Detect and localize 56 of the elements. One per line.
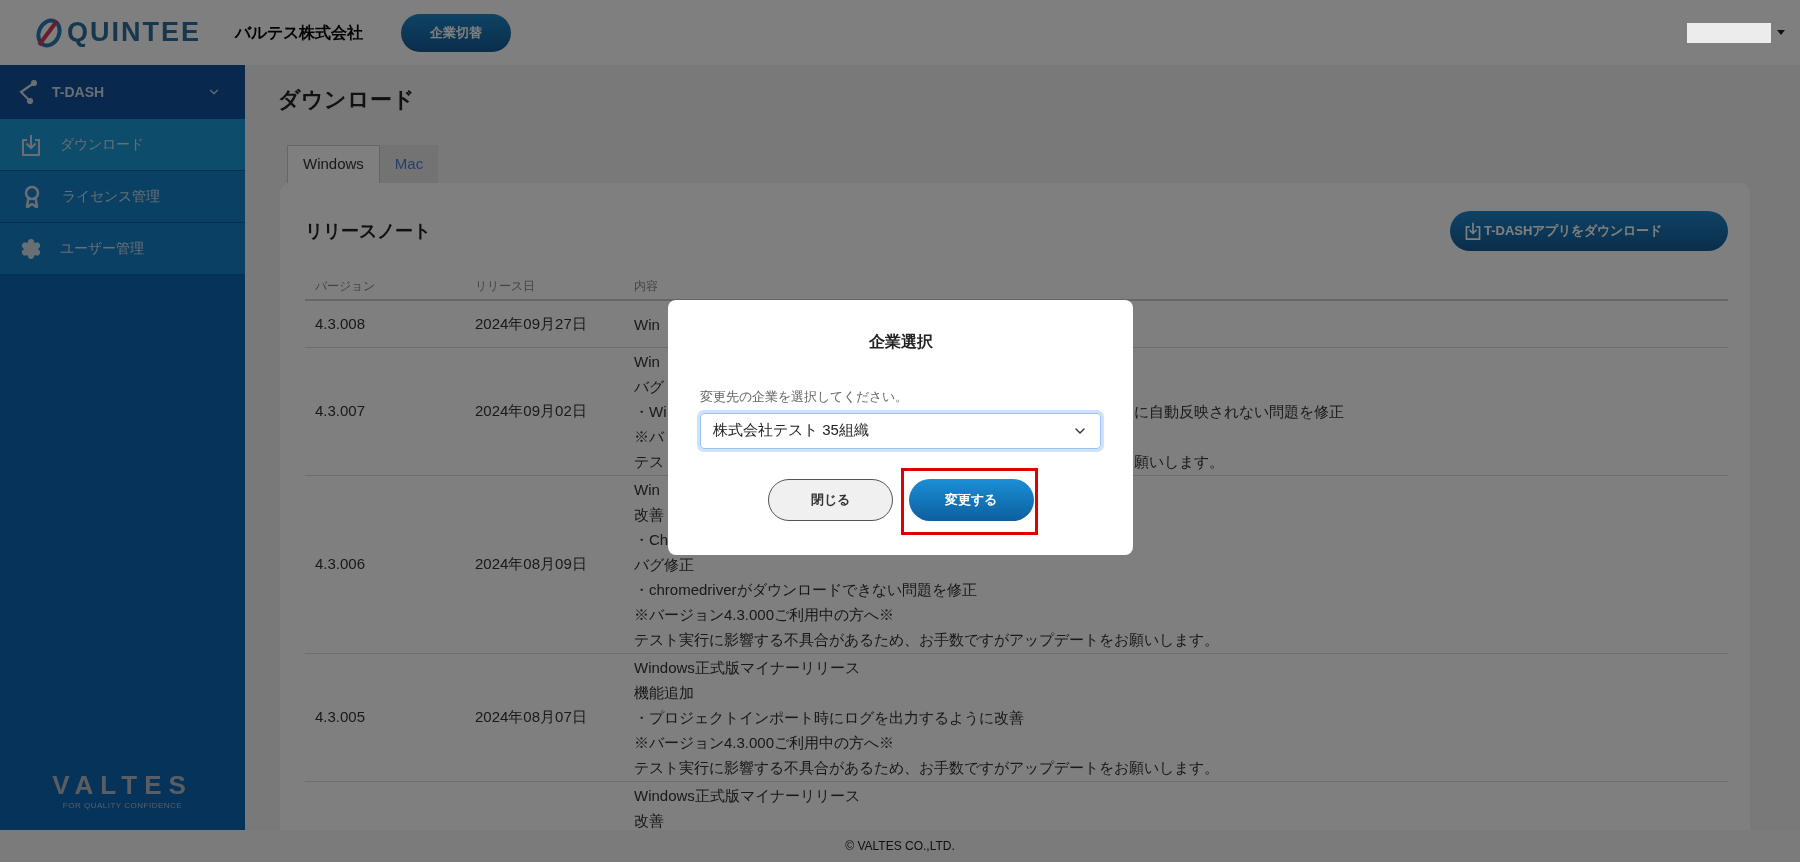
- page-title: ダウンロード: [278, 86, 416, 114]
- sidebar-section[interactable]: T-DASH: [0, 65, 245, 119]
- content-line: ※バージョン4.3.000ご利用中の方へ※: [634, 733, 895, 753]
- sidebar-item[interactable]: ライセンス管理: [0, 171, 245, 223]
- tab[interactable]: Windows: [287, 145, 380, 183]
- download-icon: [20, 132, 42, 157]
- table-cell: 4.3.006: [315, 555, 366, 573]
- dialog-title: 企業選択: [868, 332, 933, 352]
- settings-icon: [20, 237, 42, 260]
- content-line: ※バ: [634, 427, 664, 447]
- content-line: ・プロジェクトインポート時にログを出力するように改善: [634, 708, 1024, 728]
- change-button[interactable]: 変更する: [908, 478, 1034, 521]
- download-icon: [1464, 221, 1482, 241]
- copyright-text: © VALTES CO.,LTD.: [845, 838, 955, 855]
- content-line: Win: [634, 314, 660, 335]
- brand-name: VALTES: [52, 770, 193, 800]
- content-line: 改善: [634, 811, 664, 830]
- switch-company-button[interactable]: 企業切替: [401, 13, 511, 52]
- company-name: バルテス株式会社: [235, 22, 363, 43]
- table-cell: 2024年09月27日: [475, 314, 587, 332]
- company-select[interactable]: 株式会社テスト 35組織: [700, 412, 1101, 449]
- content-line: に自動反映されない問題を修正: [1134, 402, 1344, 422]
- content-line: 願いします。: [1134, 452, 1224, 472]
- brand-tagline: FOR QUALITY CONFIDENCE: [62, 800, 183, 812]
- table-cell: 4.3.005: [315, 708, 366, 726]
- section-label: T-DASH: [52, 82, 105, 102]
- content-line: ・Ch: [634, 530, 669, 550]
- content-line: テス: [634, 452, 664, 472]
- content-line: Win: [634, 480, 660, 500]
- content-line: Windows正式版マイナーリリース: [634, 786, 860, 806]
- content-line: 機能追加: [634, 683, 694, 703]
- content-line: テスト実行に影響する不具合があるため、お手数ですがアップデートをお願いします。: [634, 758, 1219, 778]
- dialog-label: 変更先の企業を選択してください。: [700, 388, 909, 406]
- content-line: 改善: [634, 505, 664, 525]
- logo-icon: [35, 16, 63, 49]
- content-line: ・chromedriverがダウンロードできない問題を修正: [634, 580, 977, 600]
- close-button[interactable]: 閉じる: [767, 478, 893, 521]
- card-title: リリースノート: [305, 219, 431, 243]
- content-line: バグ修正: [634, 555, 694, 575]
- table-cell: 2024年08月07日: [475, 708, 587, 726]
- content-line: ・Wi: [634, 402, 667, 422]
- download-button[interactable]: T-DASHアプリをダウンロード: [1450, 211, 1728, 251]
- table-cell: 2024年09月02日: [475, 402, 587, 420]
- caret-icon[interactable]: [1777, 30, 1785, 35]
- table-cell: 2024年08月09日: [475, 555, 587, 573]
- content-line: バグ: [634, 377, 664, 397]
- content-line: テスト実行に影響する不具合があるため、お手数ですがアップデートをお願いします。: [634, 630, 1219, 650]
- table-cell: 4.3.007: [315, 402, 366, 420]
- tab[interactable]: Mac: [379, 145, 439, 183]
- content-line: Windows正式版マイナーリリース: [634, 658, 860, 678]
- sidebar-item[interactable]: ユーザー管理: [0, 223, 245, 275]
- logo-text: QUINTEE: [67, 16, 201, 50]
- content-line: ※バージョン4.3.000ご利用中の方へ※: [634, 605, 895, 625]
- table-cell: 4.3.008: [315, 314, 366, 332]
- content-line: Win: [634, 352, 660, 372]
- sidebar-item[interactable]: ダウンロード: [0, 119, 245, 171]
